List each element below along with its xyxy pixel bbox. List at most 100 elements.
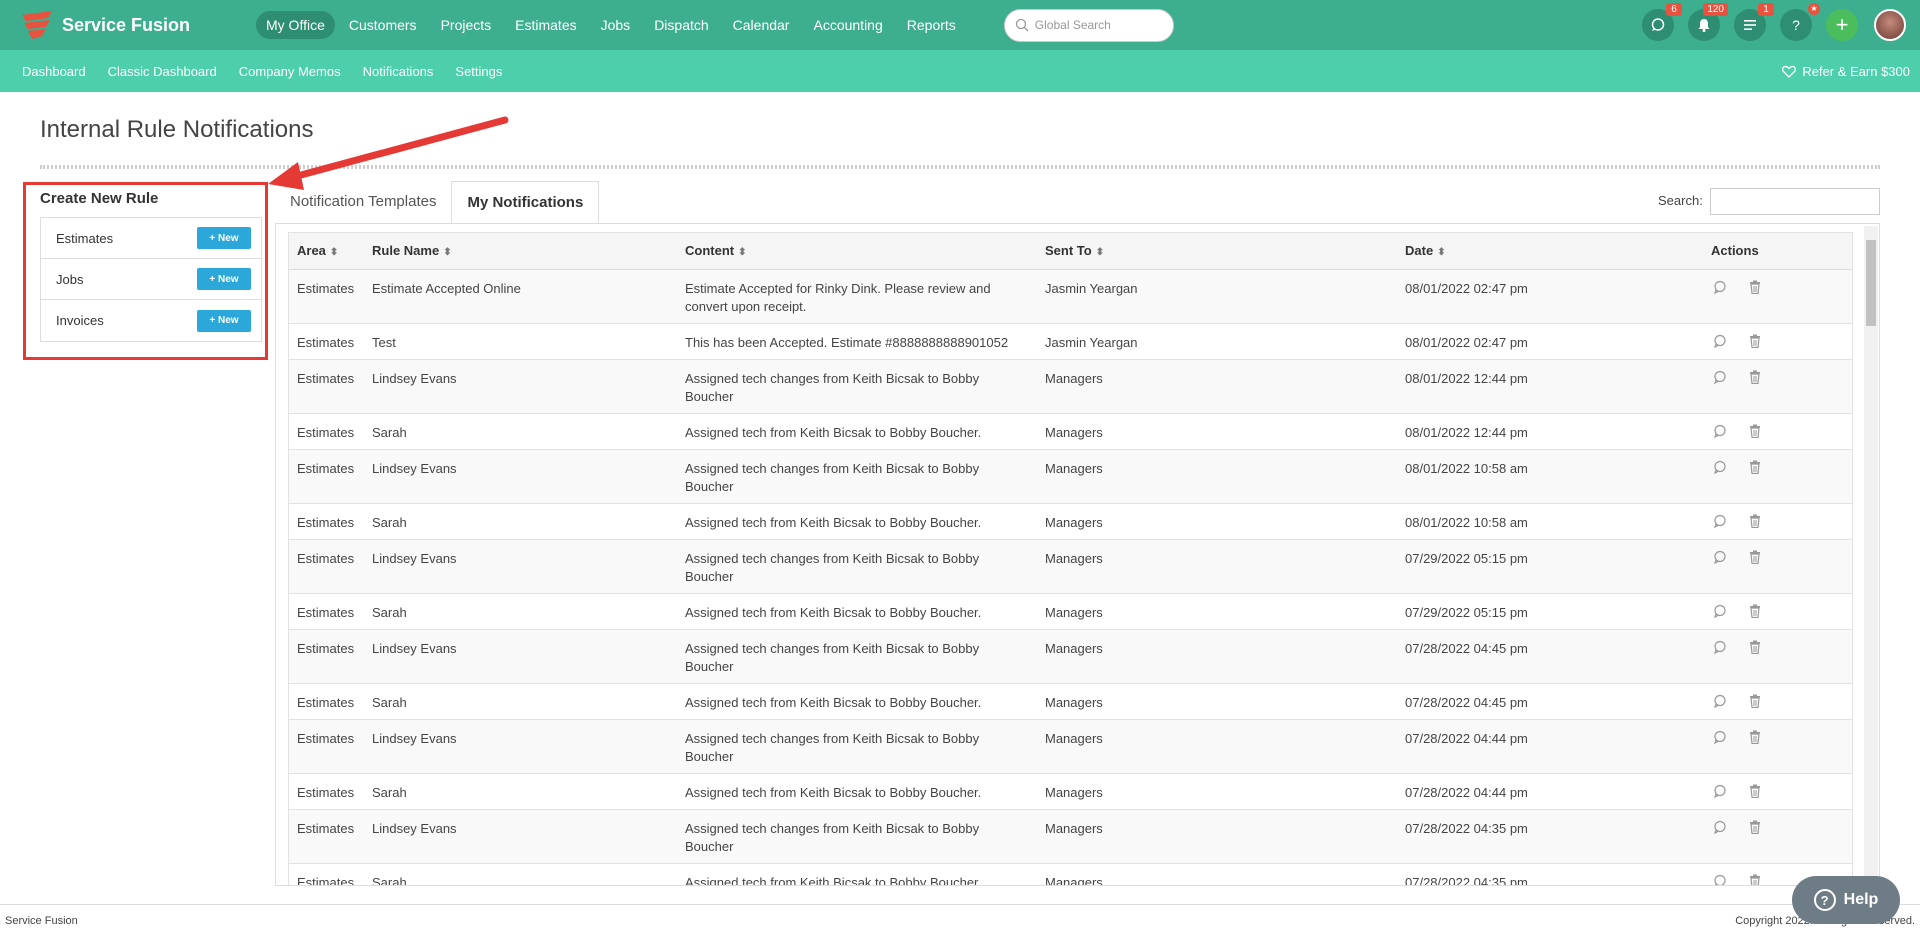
cell-date: 08/01/2022 12:44 pm <box>1397 413 1703 450</box>
cell-rule-name: Sarah <box>364 503 677 540</box>
add-new-button[interactable]: + <box>1826 9 1858 41</box>
cell-content: Estimate Accepted for Rinky Dink. Please… <box>677 269 1037 324</box>
cell-rule-name: Sarah <box>364 593 677 630</box>
column-header-content[interactable]: Content ⬍ <box>677 233 1037 270</box>
trash-icon[interactable] <box>1749 460 1761 474</box>
table-search-input[interactable] <box>1710 188 1880 215</box>
subnav-item-classic-dashboard[interactable]: Classic Dashboard <box>108 64 217 79</box>
nav-item-my-office[interactable]: My Office <box>256 11 335 39</box>
trash-icon[interactable] <box>1749 874 1761 887</box>
cell-date: 07/28/2022 04:35 pm <box>1397 809 1703 864</box>
trash-icon[interactable] <box>1749 424 1761 438</box>
table-row[interactable]: Estimates Sarah Assigned tech from Keith B… <box>289 773 1852 810</box>
comment-icon[interactable] <box>1713 514 1727 528</box>
table-row[interactable]: Estimates Lindsey Evans Assigned tech chan… <box>289 719 1852 774</box>
comment-icon[interactable] <box>1713 820 1727 834</box>
tasks-button[interactable]: 1 <box>1734 3 1774 41</box>
row-actions <box>1713 784 1761 798</box>
trash-icon[interactable] <box>1749 370 1761 384</box>
row-actions <box>1713 820 1761 834</box>
table-row[interactable]: Estimates Lindsey Evans Assigned tech chan… <box>289 449 1852 504</box>
comment-icon[interactable] <box>1713 784 1727 798</box>
nav-item-projects[interactable]: Projects <box>431 11 502 39</box>
cell-area: Estimates <box>289 773 364 810</box>
table-body: Estimates Estimate Accepted Online Estimat… <box>289 269 1852 887</box>
trash-icon[interactable] <box>1749 334 1761 348</box>
nav-item-dispatch[interactable]: Dispatch <box>644 11 718 39</box>
tab-notification-templates[interactable]: Notification Templates <box>275 180 451 222</box>
subnav-item-settings[interactable]: Settings <box>455 64 502 79</box>
column-header-sent-to[interactable]: Sent To ⬍ <box>1037 233 1397 270</box>
trash-icon[interactable] <box>1749 514 1761 528</box>
sort-icon: ⬍ <box>443 247 452 259</box>
column-header-area[interactable]: Area ⬍ <box>289 233 364 270</box>
table-scrollbar[interactable] <box>1864 226 1878 885</box>
comment-icon[interactable] <box>1713 424 1727 438</box>
table-row[interactable]: Estimates Sarah Assigned tech from Keith B… <box>289 593 1852 630</box>
tab-bar: Notification Templates My Notifications <box>275 180 600 223</box>
user-avatar[interactable] <box>1874 9 1906 41</box>
global-search[interactable] <box>1003 8 1174 42</box>
cell-rule-name: Lindsey Evans <box>364 359 677 414</box>
nav-item-customers[interactable]: Customers <box>339 11 427 39</box>
help-button[interactable]: ? Help <box>1792 876 1900 924</box>
nav-item-reports[interactable]: Reports <box>897 11 966 39</box>
table-row[interactable]: Estimates Sarah Assigned tech from Keith B… <box>289 863 1852 887</box>
table-row[interactable]: Estimates Lindsey Evans Assigned tech chan… <box>289 629 1852 684</box>
footer-left: Service Fusion <box>5 915 78 927</box>
comment-icon[interactable] <box>1713 550 1727 564</box>
notifications-button[interactable]: 120 <box>1688 3 1728 41</box>
table-row[interactable]: Estimates Estimate Accepted Online Estimat… <box>289 269 1852 324</box>
table-row[interactable]: Estimates Test This has been Accepted. Est… <box>289 323 1852 360</box>
cell-rule-name: Sarah <box>364 413 677 450</box>
column-header-date[interactable]: Date ⬍ <box>1397 233 1703 270</box>
trash-icon[interactable] <box>1749 694 1761 708</box>
comment-icon[interactable] <box>1713 370 1727 384</box>
comment-icon[interactable] <box>1713 640 1727 654</box>
nav-item-jobs[interactable]: Jobs <box>591 11 641 39</box>
trash-icon[interactable] <box>1749 604 1761 618</box>
messages-button[interactable]: 6 <box>1642 3 1682 41</box>
tab-my-notifications[interactable]: My Notifications <box>451 181 600 223</box>
comment-icon[interactable] <box>1713 280 1727 294</box>
logo[interactable]: Service Fusion <box>18 9 238 41</box>
service-fusion-logo-icon <box>22 11 52 39</box>
nav-item-estimates[interactable]: Estimates <box>505 11 586 39</box>
trash-icon[interactable] <box>1749 820 1761 834</box>
cell-area: Estimates <box>289 683 364 720</box>
trash-icon[interactable] <box>1749 730 1761 744</box>
subnav-item-dashboard[interactable]: Dashboard <box>22 64 86 79</box>
comment-icon[interactable] <box>1713 874 1727 887</box>
comment-icon[interactable] <box>1713 730 1727 744</box>
refer-earn-link[interactable]: Refer & Earn $300 <box>1782 64 1910 79</box>
table-row[interactable]: Estimates Sarah Assigned tech from Keith B… <box>289 413 1852 450</box>
trash-icon[interactable] <box>1749 640 1761 654</box>
comment-icon[interactable] <box>1713 460 1727 474</box>
column-header-rule-name[interactable]: Rule Name ⬍ <box>364 233 677 270</box>
help-menu-button[interactable]: ? ★ <box>1780 3 1820 41</box>
subnav-item-notifications[interactable]: Notifications <box>363 64 434 79</box>
table-row[interactable]: Estimates Sarah Assigned tech from Keith B… <box>289 683 1852 720</box>
comment-icon[interactable] <box>1713 694 1727 708</box>
cell-date: 07/29/2022 05:15 pm <box>1397 539 1703 594</box>
table-row[interactable]: Estimates Sarah Assigned tech from Keith B… <box>289 503 1852 540</box>
table-row[interactable]: Estimates Lindsey Evans Assigned tech chan… <box>289 809 1852 864</box>
cell-rule-name: Sarah <box>364 863 677 885</box>
trash-icon[interactable] <box>1749 550 1761 564</box>
comment-icon[interactable] <box>1713 334 1727 348</box>
cell-content: Assigned tech from Keith Bicsak to Bobby… <box>677 683 1037 720</box>
nav-item-calendar[interactable]: Calendar <box>723 11 800 39</box>
trash-icon[interactable] <box>1749 280 1761 294</box>
row-actions <box>1713 550 1761 564</box>
comment-icon[interactable] <box>1713 604 1727 618</box>
subnav-item-company-memos[interactable]: Company Memos <box>239 64 341 79</box>
scrollbar-thumb[interactable] <box>1866 240 1876 326</box>
cell-rule-name: Lindsey Evans <box>364 809 677 864</box>
nav-item-accounting[interactable]: Accounting <box>803 11 892 39</box>
table-row[interactable]: Estimates Lindsey Evans Assigned tech chan… <box>289 539 1852 594</box>
table-row[interactable]: Estimates Lindsey Evans Assigned tech chan… <box>289 359 1852 414</box>
cell-date: 07/28/2022 04:44 pm <box>1397 773 1703 810</box>
trash-icon[interactable] <box>1749 784 1761 798</box>
global-search-input[interactable] <box>1034 18 1155 32</box>
help-icon: ? <box>1813 889 1836 911</box>
